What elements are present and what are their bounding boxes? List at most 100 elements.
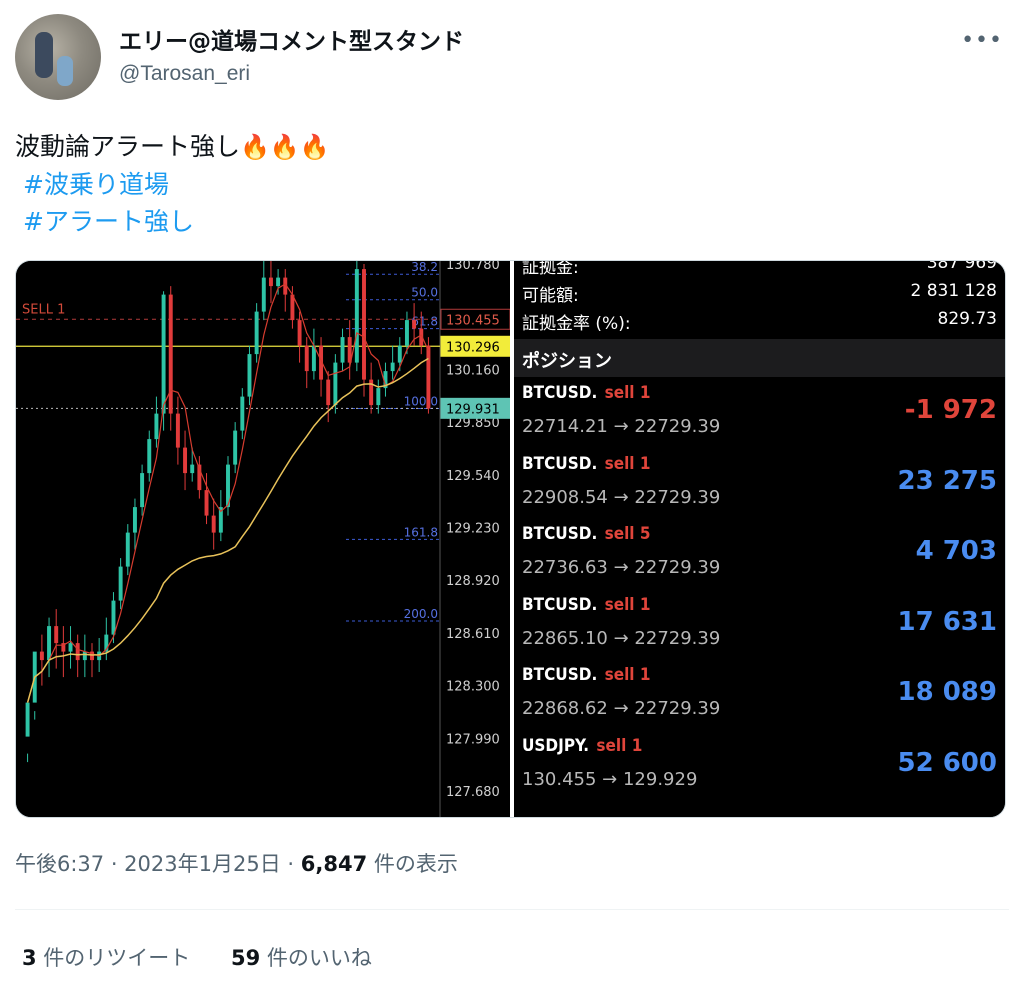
candle-body [376, 388, 381, 406]
candle-body [204, 490, 209, 516]
price-axis-label: 130.160 [446, 363, 500, 378]
account-label: 可能額: [522, 286, 579, 306]
candle-body [68, 643, 73, 652]
candle-body [154, 413, 159, 440]
tweet-text: 波動論アラート強し🔥🔥🔥 #波乗り道場 #アラート強し [15, 128, 330, 240]
candle-body [354, 269, 359, 363]
candle-body [190, 464, 195, 474]
avatar[interactable] [15, 14, 101, 100]
candle-body [404, 320, 409, 346]
candle-body [175, 413, 180, 448]
candle-body [268, 277, 273, 287]
symbol-name: BTCUSD. [522, 524, 598, 545]
candle-body [333, 362, 338, 406]
candle-body [412, 320, 417, 329]
price-tag-label: 130.296 [446, 340, 500, 355]
candle-body [161, 294, 166, 414]
candle-body [304, 345, 309, 372]
candle-body [261, 277, 266, 312]
price-chart[interactable]: 130.780 130.160 129.850 129.540 129.230 128.9… [16, 261, 510, 817]
hashtag-line: #アラート強し [15, 203, 330, 240]
tweet-text-main: 波動論アラート強し [15, 132, 241, 161]
position-row[interactable]: USDJPY. sell 1 130.455 → 129.929 52 600 [522, 736, 997, 806]
retweets-stat[interactable]: 3 件のリツイート [22, 946, 190, 970]
sell-order-label: SELL 1 [22, 302, 65, 317]
position-row[interactable]: BTCUSD. sell 5 22736.63 → 22729.39 4 703 [522, 524, 997, 594]
chart-svg: 130.780130.160129.850129.540129.230128.9… [16, 261, 510, 817]
candle-body [340, 337, 345, 363]
candle-body [254, 311, 259, 355]
hashtag-line: #波乗り道場 [15, 166, 330, 203]
views-label: 件の表示 [367, 852, 458, 876]
views-count: 6,847 [300, 852, 368, 876]
position-side: sell 1 [599, 383, 651, 403]
candle-body [54, 626, 59, 644]
candle-body [75, 643, 80, 661]
candle-body [426, 345, 431, 409]
position-row[interactable]: BTCUSD. sell 1 22714.21 → 22729.39 -1 972 [522, 383, 997, 453]
more-horizontal-icon[interactable]: ••• [961, 28, 1003, 53]
candle-body [168, 294, 173, 414]
symbol-name: BTCUSD. [522, 453, 598, 474]
display-name[interactable]: エリー@道場コメント型スタンド [119, 22, 464, 56]
position-row[interactable]: BTCUSD. sell 1 22908.54 → 22729.39 23 275 [522, 454, 997, 524]
candle-body [397, 345, 402, 363]
candle-body [39, 651, 44, 661]
price-axis-label: 127.680 [446, 785, 500, 800]
account-row-margin-level: 証拠金率 (%): 829.73 [522, 309, 997, 337]
position-symbol: USDJPY. sell 1 [522, 736, 642, 756]
user-handle[interactable]: @Tarosan_eri [119, 62, 250, 86]
account-value: 2 831 128 [910, 281, 997, 301]
tweet-text-line: 波動論アラート強し🔥🔥🔥 [15, 128, 330, 166]
price-axis-label: 130.780 [446, 261, 500, 273]
fib-level-label: 161.8 [404, 525, 438, 539]
candle-body [183, 447, 188, 474]
candle-body [147, 439, 152, 474]
symbol-name: BTCUSD. [522, 665, 598, 686]
price-tag-label: 129.931 [446, 402, 500, 417]
price-axis-label: 129.540 [446, 469, 500, 484]
position-symbol: BTCUSD. sell 5 [522, 524, 651, 544]
position-row[interactable]: BTCUSD. sell 1 22868.62 → 22729.39 18 089 [522, 665, 997, 735]
price-axis-label: 127.990 [446, 732, 500, 747]
likes-stat[interactable]: 59 件のいいね [231, 946, 372, 970]
hashtag-link[interactable]: #波乗り道場 [23, 170, 169, 199]
divider [15, 909, 1009, 910]
position-row[interactable]: BTCUSD. sell 1 22865.10 → 22729.39 17 631 [522, 595, 997, 665]
candle-body [111, 600, 116, 635]
position-prices: 22736.63 → 22729.39 [522, 557, 721, 579]
position-side: sell 1 [599, 453, 651, 474]
positions-section-header: ポジション [514, 339, 1005, 377]
tweet-media[interactable]: 130.780 130.160 129.850 129.540 129.230 128.9… [15, 260, 1006, 818]
fib-level-label: 200.0 [404, 607, 438, 621]
fib-level-label: 38.2 [411, 261, 438, 274]
account-label: 証拠金: [522, 260, 579, 278]
fib-level-label: 50.0 [411, 286, 438, 300]
position-side: sell 1 [599, 665, 651, 686]
retweets-label: 件のリツイート [36, 946, 191, 970]
symbol-name: BTCUSD. [522, 594, 598, 615]
account-row-free-margin: 可能額: 2 831 128 [522, 281, 997, 309]
position-profit: 18 089 [897, 677, 997, 708]
hashtag-link[interactable]: #アラート強し [23, 207, 194, 236]
fire-emoji-icon: 🔥🔥🔥 [240, 133, 330, 161]
price-axis-label: 128.920 [446, 574, 500, 589]
tweet-timestamp[interactable]: 午後6:37 · 2023年1月25日 · [15, 852, 301, 876]
position-prices: 22908.54 → 22729.39 [522, 486, 721, 508]
candle-body [362, 269, 366, 380]
avatar-figure-adult [35, 32, 53, 78]
position-profit: 23 275 [897, 465, 997, 496]
candle-body [118, 566, 123, 601]
tweet-header: エリー@道場コメント型スタンド @Tarosan_eri ••• [15, 14, 1009, 102]
candle-body [211, 515, 216, 533]
position-profit: 4 703 [915, 536, 997, 567]
tweet-metadata: 午後6:37 · 2023年1月25日 · 6,847 件の表示 [15, 848, 458, 878]
positions-panel: 証拠金: 387 969 可能額: 2 831 128 証拠金率 (%): 82… [514, 260, 1005, 817]
candle-body [125, 532, 130, 567]
candle-body [276, 277, 281, 287]
position-prices: 22714.21 → 22729.39 [522, 416, 721, 437]
position-profit: 52 600 [897, 748, 997, 778]
position-profit: -1 972 [904, 395, 997, 425]
symbol-name: BTCUSD. [522, 383, 598, 403]
candle-body [140, 473, 145, 508]
